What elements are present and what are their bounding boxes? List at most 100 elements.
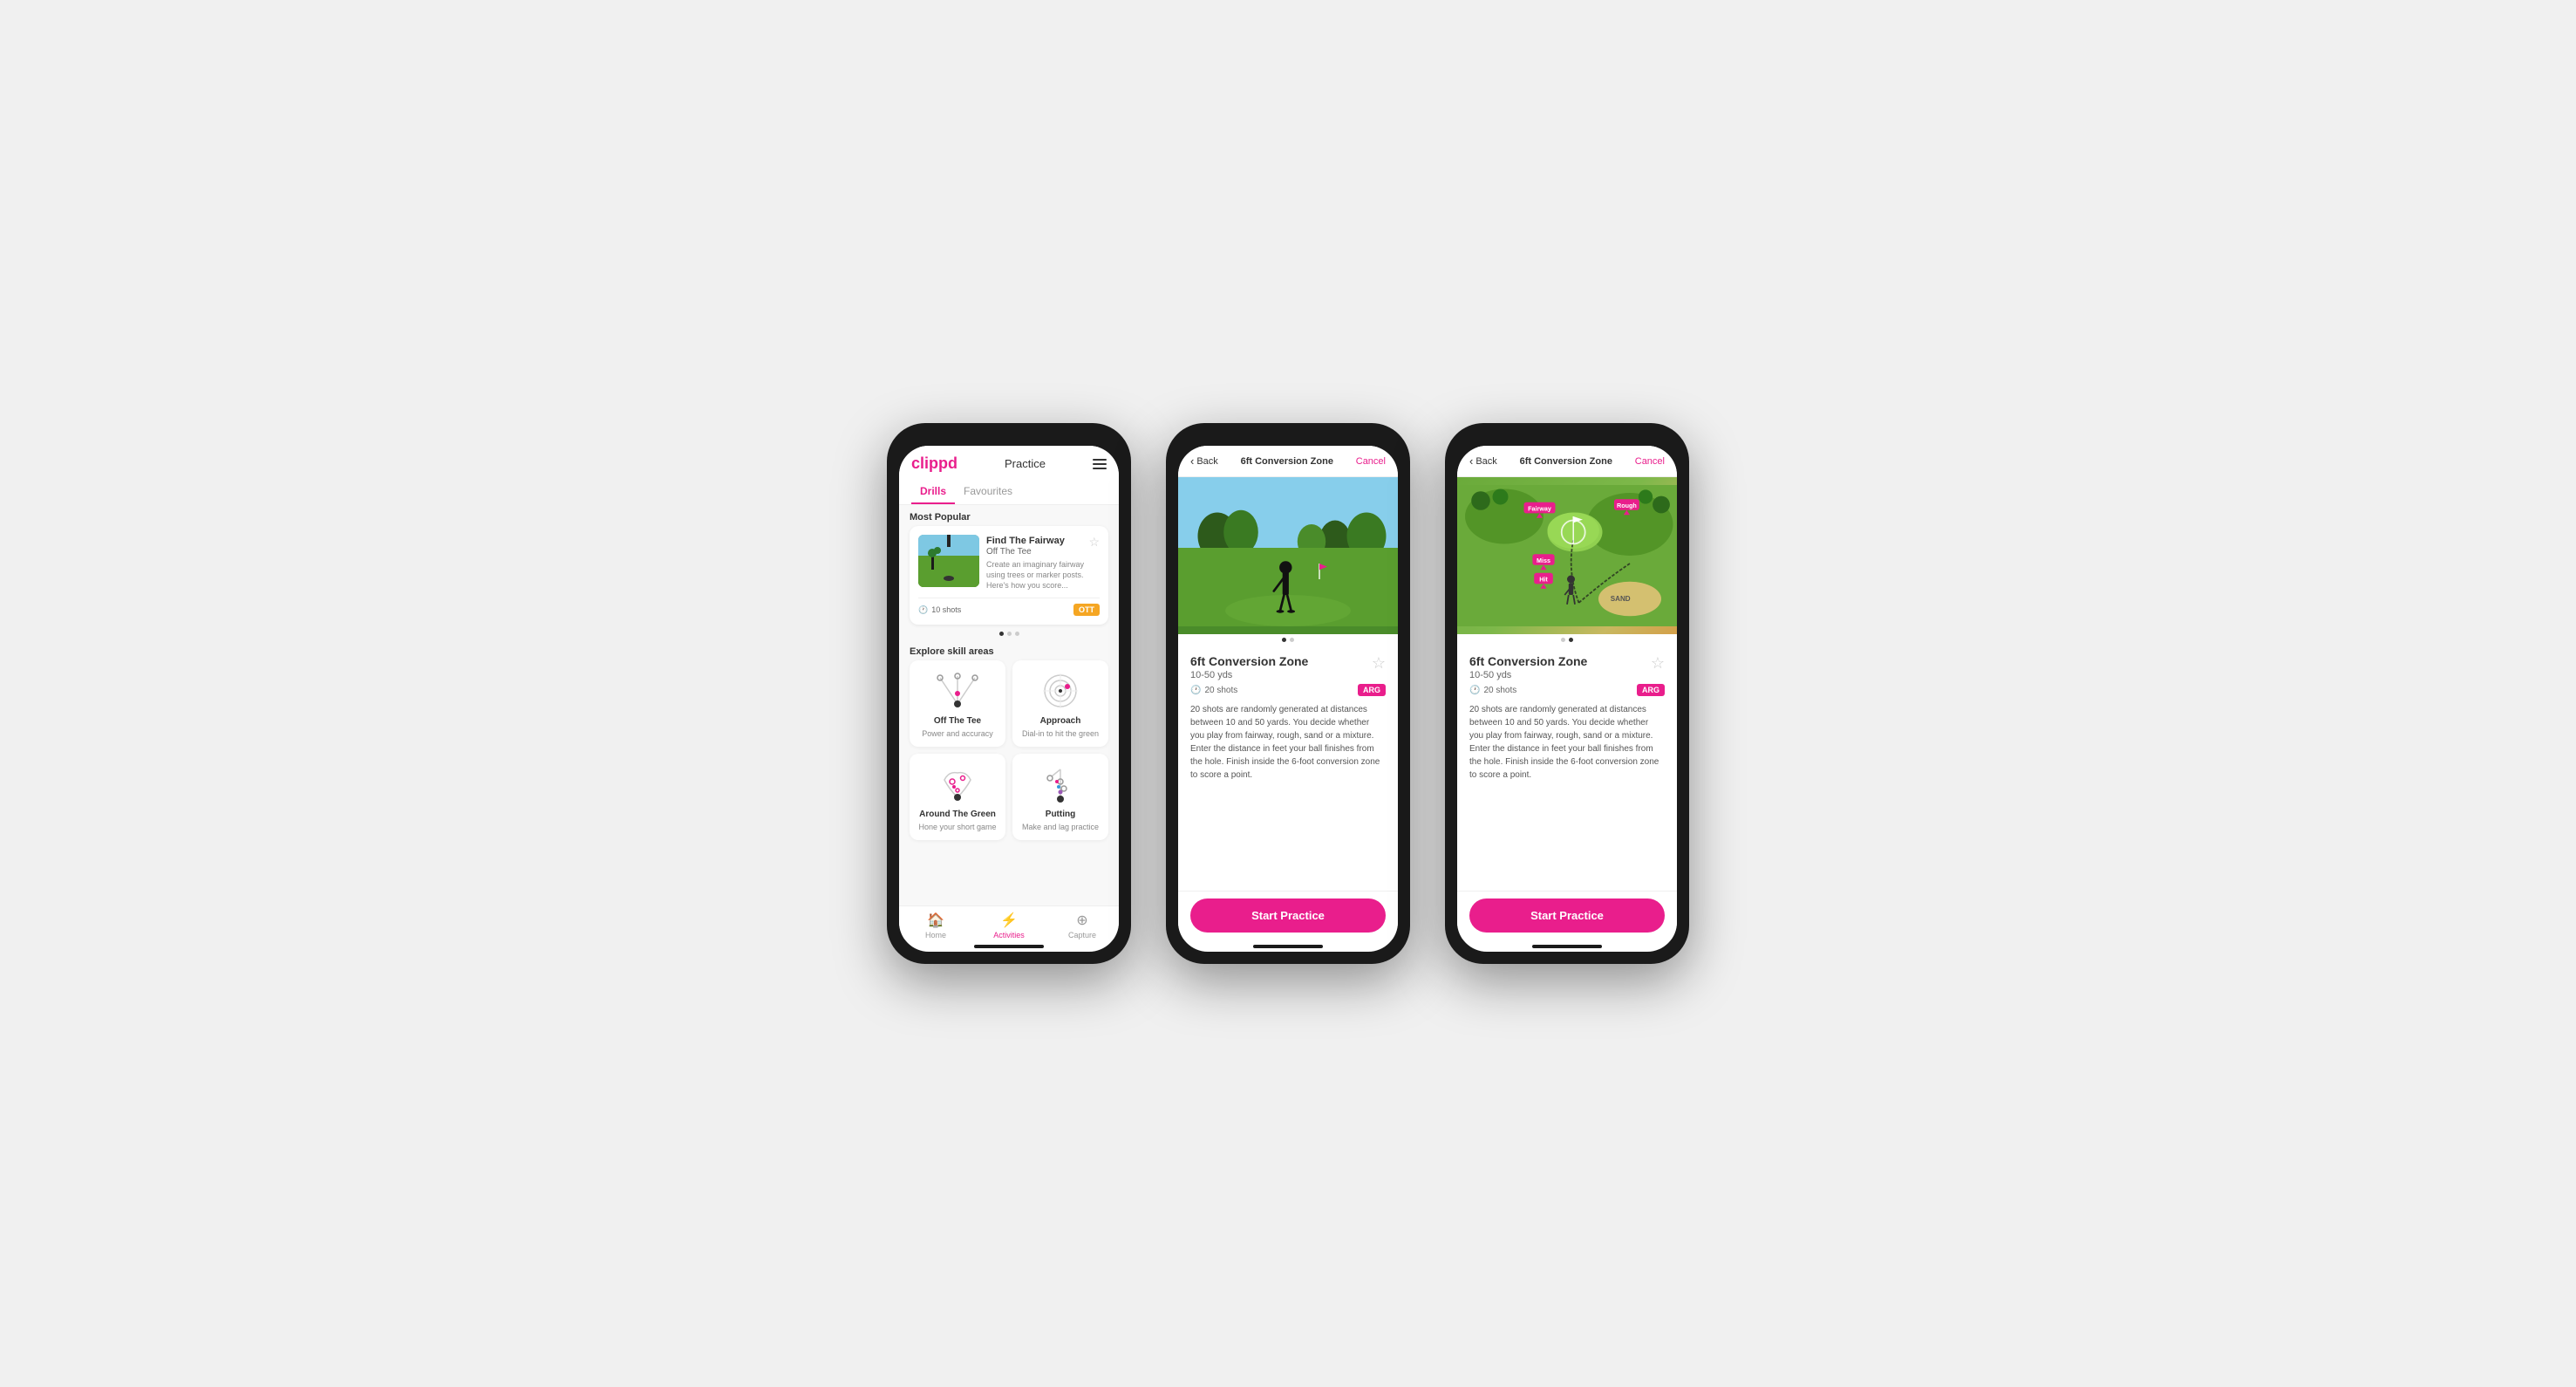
drill-meta: 🕐 20 shots ARG xyxy=(1469,684,1665,696)
back-label: Back xyxy=(1475,456,1496,467)
hamburger-line xyxy=(1093,459,1107,461)
skill-desc-ott: Power and accuracy xyxy=(922,729,993,738)
phone-screen-1: clippd Practice Drills Favourites Most P… xyxy=(899,446,1119,952)
skill-icon-ott xyxy=(931,669,984,713)
drill-map: Fairway Rough Miss Hit SAND xyxy=(1457,477,1677,634)
card-footer: 🕐 10 shots OTT xyxy=(918,598,1100,616)
svg-text:Hit: Hit xyxy=(1539,576,1548,584)
dot-2 xyxy=(1007,632,1012,636)
skill-name-atg: Around The Green xyxy=(919,810,996,819)
screen-title: Practice xyxy=(1005,457,1046,470)
drill-shots: 🕐 20 shots xyxy=(1469,686,1516,695)
tab-favourites[interactable]: Favourites xyxy=(955,480,1021,504)
drill-description: Create an imaginary fairway using trees … xyxy=(986,560,1100,591)
home-bar xyxy=(1253,945,1323,948)
back-button[interactable]: ‹ Back xyxy=(1190,454,1218,468)
phone-notch xyxy=(974,435,1044,441)
menu-button[interactable] xyxy=(1093,459,1107,469)
star-icon[interactable]: ☆ xyxy=(1651,654,1665,673)
image-dots xyxy=(1178,634,1398,646)
nav-home[interactable]: 🏠 Home xyxy=(899,912,972,939)
detail-footer: Start Practice xyxy=(1178,891,1398,939)
home-bar xyxy=(1532,945,1602,948)
dot-3 xyxy=(1015,632,1019,636)
phone-notch xyxy=(1532,435,1602,441)
hamburger-line xyxy=(1093,463,1107,465)
phone-screen-2: ‹ Back 6ft Conversion Zone Cancel xyxy=(1178,446,1398,952)
clock-icon: 🕐 xyxy=(1469,686,1480,695)
drill-thumbnail xyxy=(918,535,979,587)
drill-subtitle: Off The Tee xyxy=(986,547,1100,557)
skill-card-ott[interactable]: Off The Tee Power and accuracy xyxy=(910,660,1005,747)
tab-drills[interactable]: Drills xyxy=(911,480,955,504)
skill-desc-putting: Make and lag practice xyxy=(1022,823,1099,831)
detail-header: ‹ Back 6ft Conversion Zone Cancel xyxy=(1178,446,1398,477)
phone-screen-3: ‹ Back 6ft Conversion Zone Cancel xyxy=(1457,446,1677,952)
dot-img-1 xyxy=(1282,638,1286,642)
tab-bar: Drills Favourites xyxy=(911,480,1107,504)
start-practice-button[interactable]: Start Practice xyxy=(1469,898,1665,933)
drill-tag: ARG xyxy=(1358,684,1386,696)
screen-content: Most Popular ☆ xyxy=(899,505,1119,905)
skill-desc-approach: Dial-in to hit the green xyxy=(1022,729,1099,738)
detail-body: 6ft Conversion Zone 10-50 yds ☆ 🕐 20 sho… xyxy=(1457,646,1677,891)
golf-scene-svg xyxy=(918,535,979,587)
star-icon[interactable]: ☆ xyxy=(1372,654,1386,673)
carousel-dots xyxy=(899,632,1119,636)
shots-count: 10 shots xyxy=(931,605,961,614)
svg-text:Miss: Miss xyxy=(1537,557,1550,564)
phone-notch xyxy=(1253,435,1323,441)
svg-text:Rough: Rough xyxy=(1617,502,1637,509)
drill-photo xyxy=(1178,477,1398,634)
drill-description: 20 shots are randomly generated at dista… xyxy=(1469,703,1665,782)
image-dots xyxy=(1457,634,1677,646)
skill-name-putting: Putting xyxy=(1046,810,1075,819)
detail-footer: Start Practice xyxy=(1457,891,1677,939)
drill-shots: 🕐 20 shots xyxy=(1190,686,1237,695)
clock-icon: 🕐 xyxy=(1190,686,1201,695)
phone-3: ‹ Back 6ft Conversion Zone Cancel xyxy=(1445,423,1689,964)
topbar: clippd Practice xyxy=(911,454,1107,473)
phone-2: ‹ Back 6ft Conversion Zone Cancel xyxy=(1166,423,1410,964)
clock-icon: 🕐 xyxy=(918,605,928,615)
most-popular-label: Most Popular xyxy=(899,505,1119,526)
card-inner: Find The Fairway Off The Tee Create an i… xyxy=(918,535,1100,591)
capture-icon: ⊕ xyxy=(1076,912,1087,929)
back-button[interactable]: ‹ Back xyxy=(1469,454,1497,468)
home-bar xyxy=(974,945,1044,948)
drill-distance: 10-50 yds xyxy=(1469,670,1587,680)
explore-label: Explore skill areas xyxy=(899,639,1119,660)
detail-title: 6ft Conversion Zone xyxy=(1520,456,1612,467)
cancel-button[interactable]: Cancel xyxy=(1635,456,1665,467)
screen1-header: clippd Practice Drills Favourites xyxy=(899,446,1119,505)
drill-distance: 10-50 yds xyxy=(1190,670,1308,680)
dot-1 xyxy=(999,632,1004,636)
activities-icon: ⚡ xyxy=(1000,912,1018,929)
detail-header: ‹ Back 6ft Conversion Zone Cancel xyxy=(1457,446,1677,477)
back-label: Back xyxy=(1196,456,1217,467)
shots-info: 🕐 10 shots xyxy=(918,605,961,615)
featured-drill-card[interactable]: ☆ xyxy=(910,526,1108,625)
home-icon: 🏠 xyxy=(927,912,944,929)
skill-name-ott: Off The Tee xyxy=(934,716,981,726)
shots-count: 20 shots xyxy=(1204,686,1237,695)
golf-scene xyxy=(918,535,979,587)
logo: clippd xyxy=(911,454,957,473)
shots-count: 20 shots xyxy=(1483,686,1516,695)
drill-title: Find The Fairway xyxy=(986,535,1100,547)
dot-img-2 xyxy=(1290,638,1294,642)
cancel-button[interactable]: Cancel xyxy=(1356,456,1386,467)
hamburger-line xyxy=(1093,468,1107,469)
start-practice-button[interactable]: Start Practice xyxy=(1190,898,1386,933)
nav-capture[interactable]: ⊕ Capture xyxy=(1046,912,1119,939)
skill-card-putting[interactable]: Putting Make and lag practice xyxy=(1012,754,1108,840)
drill-description: 20 shots are randomly generated at dista… xyxy=(1190,703,1386,782)
skill-areas-grid: Off The Tee Power and accuracy xyxy=(899,660,1119,849)
chevron-left-icon: ‹ xyxy=(1469,454,1473,468)
nav-activities[interactable]: ⚡ Activities xyxy=(972,912,1046,939)
star-icon[interactable]: ☆ xyxy=(1088,535,1100,550)
detail-title: 6ft Conversion Zone xyxy=(1241,456,1333,467)
skill-card-approach[interactable]: Approach Dial-in to hit the green xyxy=(1012,660,1108,747)
skill-card-atg[interactable]: Around The Green Hone your short game xyxy=(910,754,1005,840)
skill-desc-atg: Hone your short game xyxy=(918,823,996,831)
